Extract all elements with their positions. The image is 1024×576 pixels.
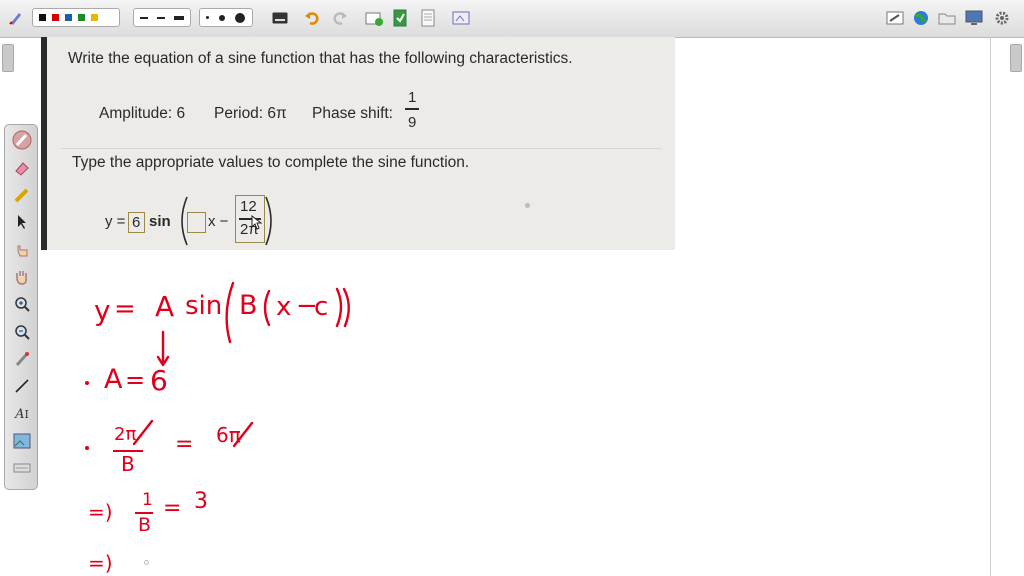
- color-swatch-green[interactable]: [78, 14, 85, 21]
- line-style-group: [133, 8, 191, 27]
- mouse-cursor-icon: [251, 215, 263, 230]
- page-icon[interactable]: [418, 7, 438, 29]
- bullet-2: [85, 446, 89, 450]
- large-dot-icon[interactable]: [235, 12, 245, 23]
- note-implies-1: =): [88, 500, 113, 524]
- note-y: y: [94, 294, 111, 327]
- note-c: c: [314, 292, 329, 322]
- right-panel-grip[interactable]: [1010, 44, 1022, 72]
- note-B: B: [239, 290, 258, 321]
- note-B-den: B: [121, 452, 135, 476]
- line-tool-icon[interactable]: [11, 375, 33, 397]
- medium-dot-icon[interactable]: [219, 14, 225, 21]
- note-sin: sin: [185, 291, 223, 321]
- equation-y: y =: [105, 213, 126, 230]
- whiteboard-icon[interactable]: [885, 7, 905, 29]
- highlighter-icon[interactable]: [11, 184, 33, 206]
- note-equals-3: =: [175, 432, 194, 457]
- right-paren-icon: [265, 196, 272, 246]
- pointer-icon[interactable]: [11, 211, 33, 233]
- phase-fraction-bar: [405, 108, 419, 110]
- phase-shift-denominator: 9: [408, 114, 417, 131]
- note-one: 1: [142, 490, 153, 510]
- equation-sin: sin: [149, 213, 171, 230]
- settings-icon[interactable]: [992, 7, 1012, 29]
- fraction-numerator: 12: [240, 198, 257, 215]
- laser-pointer-icon[interactable]: [11, 348, 33, 370]
- top-toolbar: [0, 0, 1024, 38]
- photo-edge: [41, 37, 47, 250]
- text-tool-icon[interactable]: AI: [11, 403, 33, 425]
- note-B-den-2: B: [138, 514, 152, 536]
- color-swatch-yellow[interactable]: [91, 14, 98, 21]
- thick-line-icon[interactable]: [174, 15, 184, 20]
- insert-file-icon[interactable]: [390, 7, 410, 29]
- note-paren-left: [263, 289, 271, 327]
- note-x: x: [276, 292, 292, 322]
- amplitude-input[interactable]: 6: [128, 212, 145, 233]
- problem-instruction: Write the equation of a sine function th…: [68, 50, 573, 67]
- pen-icon[interactable]: [11, 129, 33, 151]
- color-swatch-black[interactable]: [39, 14, 46, 21]
- keyboard-icon[interactable]: [270, 7, 290, 29]
- eraser-icon[interactable]: [11, 157, 33, 179]
- zoom-out-icon[interactable]: [11, 321, 33, 343]
- globe-icon[interactable]: [911, 7, 931, 29]
- stroke-size-group: [199, 8, 253, 27]
- equation-x-minus: x −: [208, 213, 229, 230]
- image-tool-icon[interactable]: [11, 430, 33, 452]
- note-equals-1: =: [114, 294, 136, 324]
- zoom-in-icon[interactable]: [11, 293, 33, 315]
- note-equals-4: =: [163, 496, 182, 521]
- left-panel-grip[interactable]: [2, 44, 14, 72]
- note-six: 6: [150, 364, 168, 397]
- undo-icon[interactable]: [302, 7, 322, 29]
- problem-screenshot: Write the equation of a sine function th…: [41, 37, 675, 250]
- note-three: 3: [194, 489, 208, 514]
- thin-line-icon[interactable]: [140, 16, 148, 19]
- more-tools-icon[interactable]: [11, 457, 33, 479]
- amplitude-text: Amplitude: 6: [99, 105, 186, 122]
- note-cancel-pi-2: [232, 421, 254, 448]
- color-swatch-red[interactable]: [52, 14, 59, 21]
- note-cancel-pi: [132, 419, 154, 446]
- folder-icon[interactable]: [937, 7, 957, 29]
- monitor-icon[interactable]: [964, 7, 984, 29]
- page-border-line: [990, 37, 991, 576]
- sine-prompt: Type the appropriate values to complete …: [72, 154, 470, 171]
- tool-palette: AI: [4, 124, 38, 490]
- note-big-paren-left: [225, 281, 235, 344]
- pen-cursor-dot: [144, 560, 149, 565]
- screen-capture-icon[interactable]: [451, 7, 471, 29]
- note-paren-right: [335, 287, 350, 328]
- color-swatch-blue[interactable]: [65, 14, 72, 21]
- phase-shift-numerator: 1: [408, 89, 417, 106]
- new-page-icon[interactable]: [364, 7, 384, 29]
- redo-icon[interactable]: [330, 7, 350, 29]
- note-equals-2: =: [125, 366, 146, 394]
- small-dot-icon[interactable]: [206, 16, 209, 19]
- note-implies-2: =): [88, 551, 113, 575]
- period-text: Period: 6π: [214, 105, 287, 122]
- amplitude-input-value: 6: [132, 214, 141, 231]
- note-A: A: [155, 290, 175, 323]
- bullet-1: [85, 381, 89, 385]
- stray-dot: [525, 203, 530, 208]
- medium-line-icon[interactable]: [157, 16, 165, 19]
- b-value-input[interactable]: [187, 212, 206, 233]
- section-divider: [61, 148, 661, 149]
- color-palette: [32, 8, 120, 27]
- pen-settings-icon[interactable]: [6, 7, 26, 29]
- hand-pointer-icon[interactable]: [11, 239, 33, 261]
- phase-shift-label: Phase shift:: [312, 105, 393, 122]
- pan-hand-icon[interactable]: [11, 266, 33, 288]
- note-A-2: A: [104, 364, 123, 395]
